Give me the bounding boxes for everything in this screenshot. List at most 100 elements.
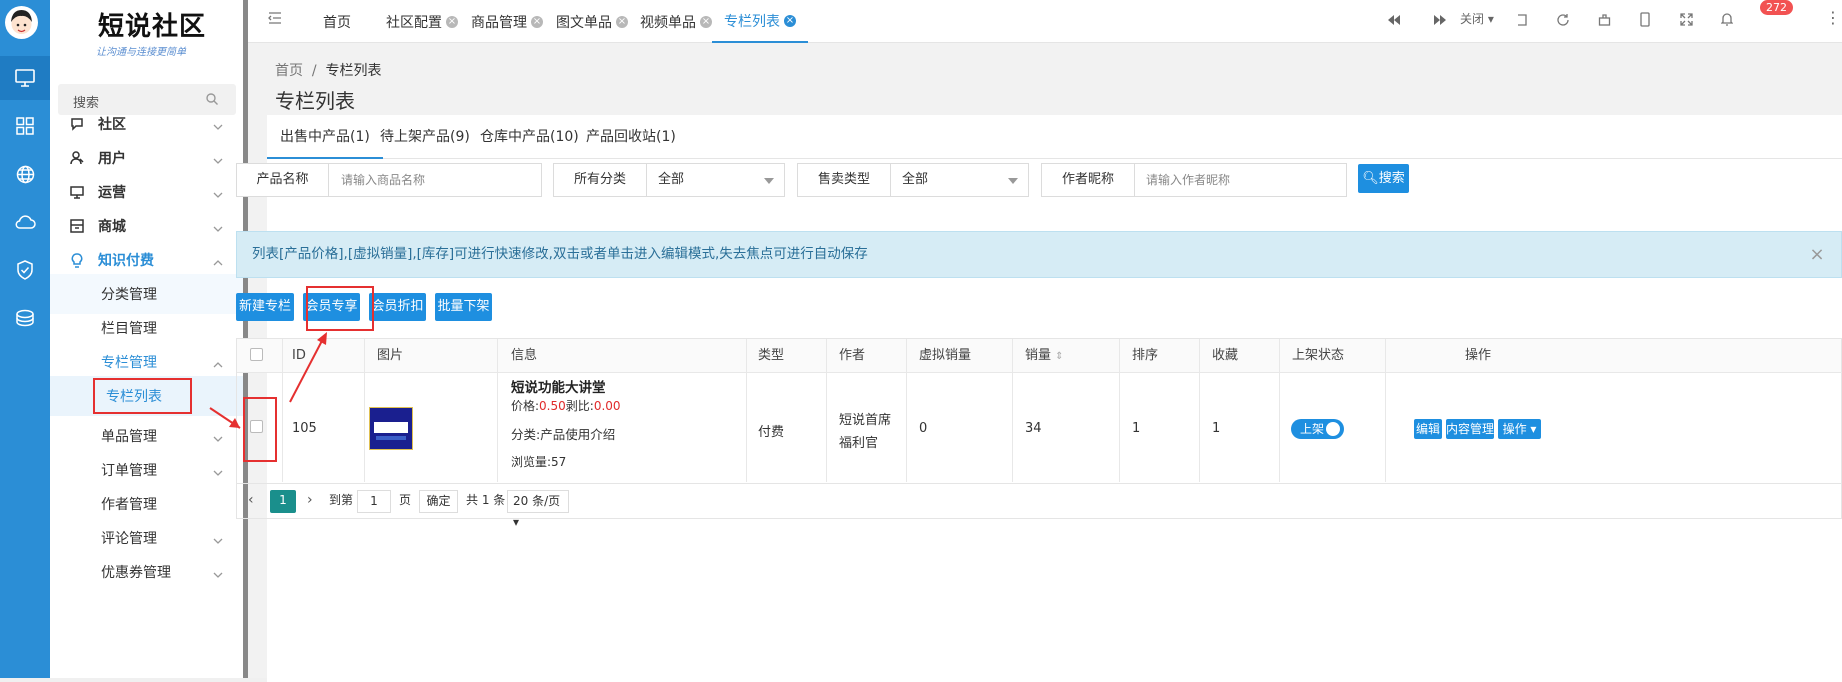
search-icon: 🔍︎ <box>1362 171 1379 186</box>
next-page-icon[interactable]: › <box>307 490 313 513</box>
prev-page-icon[interactable]: ‹ <box>248 490 254 513</box>
per-page-select[interactable]: 20 条/页 ▾ <box>507 490 569 529</box>
filter-author: 作者昵称 请输入作者昵称 <box>1041 163 1347 197</box>
close-icon[interactable]: × <box>700 15 712 28</box>
col-sales[interactable]: 销量 ⇕ <box>1025 339 1064 372</box>
tab-label: 首页 <box>323 14 351 31</box>
chevron-down-icon <box>213 186 223 202</box>
bulb-icon <box>70 253 84 272</box>
content-manage-button[interactable]: 内容管理 <box>1446 419 1494 439</box>
tab-label: 商品管理 <box>471 14 527 31</box>
cell-category: 分类:产品使用介绍 <box>511 427 616 442</box>
user-icon <box>70 151 84 169</box>
database-icon[interactable] <box>0 296 50 340</box>
member-discount-button[interactable]: 会员折扣 <box>369 293 426 321</box>
breadcrumb-home[interactable]: 首页 <box>275 63 303 79</box>
edit-button[interactable]: 编辑 <box>1414 419 1442 439</box>
grid-icon[interactable] <box>0 104 50 148</box>
product-thumbnail[interactable] <box>369 407 413 450</box>
close-icon[interactable]: × <box>1801 232 1833 277</box>
price-label: 价格: <box>511 399 540 413</box>
sort-icon: ⇕ <box>1055 351 1064 362</box>
cell-virtual-sales[interactable]: 0 <box>919 421 927 436</box>
globe-icon[interactable] <box>0 152 50 196</box>
cell-type: 付费 <box>758 425 785 440</box>
sidebar-item-label: 栏目管理 <box>101 321 157 337</box>
cell-sort[interactable]: 1 <box>1132 421 1140 436</box>
product-tabs: 出售中产品(1) 待上架产品(9) 仓库中产品(10) 产品回收站(1) <box>267 115 1842 159</box>
info-alert: 列表[产品价格],[虚拟销量],[库存]可进行快速修改,双击或者单击进入编辑模式… <box>236 231 1842 278</box>
search-button[interactable]: 🔍︎搜索 <box>1358 164 1409 193</box>
divider <box>1119 339 1120 482</box>
rewind-icon[interactable] <box>1388 14 1400 29</box>
chat-icon <box>70 117 84 135</box>
refresh-icon[interactable] <box>1556 13 1569 30</box>
avatar[interactable] <box>5 6 38 39</box>
page-1-button[interactable]: 1 <box>270 490 296 513</box>
caret-down-icon <box>1008 178 1018 184</box>
tab-home[interactable]: 首页 <box>323 0 351 43</box>
mobile-icon[interactable] <box>1640 12 1650 31</box>
operations-dropdown[interactable]: 操作 ▾ <box>1498 419 1541 439</box>
shield-check-icon[interactable] <box>0 248 50 292</box>
bell-icon[interactable] <box>1720 12 1734 30</box>
close-icon[interactable]: × <box>446 15 458 28</box>
clear-cache-icon[interactable] <box>1598 13 1611 30</box>
fullscreen-icon[interactable] <box>1680 13 1693 30</box>
close-icon[interactable]: × <box>784 14 796 27</box>
tab-pending[interactable]: 待上架产品(9) <box>367 115 483 159</box>
cloud-icon[interactable] <box>0 200 50 244</box>
tab-label: 社区配置 <box>386 14 442 31</box>
filter-category: 所有分类 全部 <box>553 163 785 197</box>
sidebar-item-label: 订单管理 <box>101 463 157 479</box>
close-icon[interactable]: × <box>531 15 543 28</box>
filter-sale-label: 售卖类型 <box>798 164 891 196</box>
col-favorites: 收藏 <box>1212 348 1239 363</box>
operations-label: 操作 <box>1502 422 1527 436</box>
sidebar-item-label: 运营 <box>98 185 126 201</box>
col-operations: 操作 <box>1465 348 1492 363</box>
price-value[interactable]: 0.50 <box>539 399 566 413</box>
menu-collapse-icon[interactable] <box>268 12 282 28</box>
monitor-icon[interactable] <box>0 56 50 100</box>
product-table: ID 图片 信息 类型 作者 虚拟销量 销量 ⇕ 排序 收藏 上架状态 操作 1… <box>236 338 1842 484</box>
tab-label: 图文单品 <box>556 14 612 31</box>
annotation-arrows <box>209 332 327 429</box>
product-name-input[interactable]: 请输入商品名称 <box>341 164 425 196</box>
tab-on-sale[interactable]: 出售中产品(1) <box>267 115 383 159</box>
forward-icon[interactable] <box>1434 14 1446 29</box>
status-toggle[interactable]: 上架 <box>1291 419 1344 439</box>
close-dropdown-label: 关闭 <box>1460 12 1485 26</box>
goto-page-input[interactable]: 1 <box>357 490 391 513</box>
batch-unlist-button[interactable]: 批量下架 <box>435 293 492 321</box>
tab-community-config[interactable]: 社区配置 × <box>386 0 458 43</box>
tab-special-list[interactable]: 专栏列表 × <box>712 0 808 43</box>
tab-recycle[interactable]: 产品回收站(1) <box>573 115 689 159</box>
goto-confirm-button[interactable]: 确定 <box>419 490 458 513</box>
page-title: 专栏列表 <box>275 89 355 113</box>
sidebar-item-coupon-manage[interactable]: 优惠券管理 <box>50 552 243 592</box>
sidebar-item-label: 专栏管理 <box>101 355 157 371</box>
exit-icon[interactable] <box>1516 14 1528 30</box>
cell-author-line1: 短说首席 <box>839 413 892 428</box>
more-icon[interactable]: ⋮ <box>1825 8 1841 27</box>
close-dropdown[interactable]: 关闭 ▾ <box>1460 10 1494 27</box>
logo-title: 短说社区 <box>98 12 207 42</box>
chevron-up-icon <box>213 254 223 270</box>
caret-down-icon <box>764 178 774 184</box>
sidebar-item-label: 分类管理 <box>101 287 157 303</box>
tab-goods-manage[interactable]: 商品管理 × <box>471 0 543 43</box>
new-column-button[interactable]: 新建专栏 <box>236 293 294 321</box>
sidebar-item-label: 社区 <box>98 117 126 133</box>
search-button-label: 搜索 <box>1378 171 1405 186</box>
close-icon[interactable]: × <box>616 15 628 28</box>
col-status: 上架状态 <box>1292 348 1345 363</box>
divider <box>364 339 365 482</box>
filter-sale-type: 售卖类型 全部 <box>797 163 1029 197</box>
tab-graphic-single[interactable]: 图文单品 × <box>556 0 628 43</box>
chevron-down-icon <box>213 532 223 548</box>
total-count: 共 1 条 <box>466 493 506 507</box>
status-label: 上架 <box>1300 422 1325 436</box>
author-input[interactable]: 请输入作者昵称 <box>1146 164 1230 196</box>
tab-video-single[interactable]: 视频单品 × <box>640 0 712 43</box>
